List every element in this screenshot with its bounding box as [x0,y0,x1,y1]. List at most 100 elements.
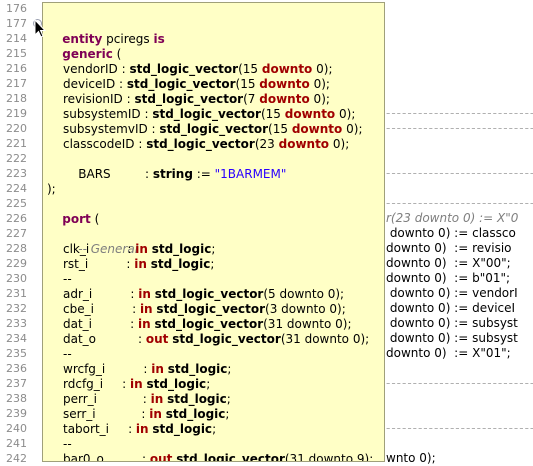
port-name: dat_i : [63,317,139,331]
generic-close: ); [321,92,330,106]
port-type: std_logic_vector [154,287,264,301]
background-code-line: ----------------------------- [386,376,533,390]
background-code-line: ----------------------------- [386,196,533,210]
port-declaration: rdcfg_i : in std_logic; [63,377,210,392]
line-number: 224 [6,182,27,195]
mouse-pointer-icon [34,19,46,38]
port-direction: in [134,257,147,271]
generic-close: ); [321,77,330,91]
background-code-line: ----------------------------- [386,166,533,180]
generic-declaration: subsystemvID : std_logic_vector(15 downt… [63,122,363,137]
background-code-line: downto 0) := X"00"; [386,256,511,270]
line-number: 217 [6,77,27,90]
port-name: rdcfg_i : [63,377,131,391]
generic-declaration: subsystemID : std_logic_vector(15 downto… [63,107,355,122]
port-paren: ( [90,212,100,226]
background-code-line: ----------------------------- [386,421,533,435]
tooltip-entity-line: entity pciregs is [47,17,164,46]
port-type: std_logic [146,377,207,391]
line-number: 233 [6,317,27,330]
generic-lo: 0 [339,107,347,121]
port-range: (31 downto 0); [280,332,370,346]
port-declaration: cbe_i : in std_logic_vector(3 downto 0); [63,302,346,317]
port-type: std_logic_vector [156,302,266,316]
background-code-line: downto 0) := b"01"; [386,271,511,285]
generic-lo: 0 [346,122,354,136]
port-direction: in [130,377,143,391]
port-range: ; [226,392,231,406]
line-number: 241 [6,437,27,450]
port-type: std_logic [152,422,213,436]
generic-close: ); [340,137,350,151]
generic-hi: 15 [242,62,259,76]
port-name: -- [63,347,72,361]
generic-declaration: deviceID : std_logic_vector(15 downto 0)… [63,77,330,92]
tooltip-port-line: port ( [47,197,99,226]
generic-close: ); [323,62,333,76]
port-name: clk_i : [63,242,136,256]
generic-hi: 23 [259,137,275,151]
line-number: 235 [6,347,27,360]
port-range: ; [211,242,216,256]
background-code-line: wnto 0); [386,451,436,465]
generic-type: std_logic_vector [129,62,239,76]
line-number: 228 [6,242,27,255]
generic-lo: 0 [332,137,341,151]
port-direction: in [151,362,164,376]
generic-dt: downto [259,77,310,91]
generic-close: ); [353,122,363,136]
comment-general: -- General [63,227,138,256]
port-type: std_logic [151,242,212,256]
background-code-line: downto 0) := X"01"; [386,346,511,360]
port-range: ; [206,377,211,391]
generic-dt: downto [291,122,343,136]
line-number-gutter: 176 177 214 215 216 217 218 219 220 221 222 223 224 2… [0,0,30,465]
port-type: std_logic_vector [154,317,264,331]
port-declaration: -- [63,437,72,452]
generic-name: deviceID : [63,77,127,91]
line-number: 229 [6,257,27,270]
generic-name: revisionID : [63,92,135,106]
port-direction: in [149,407,162,421]
line-number: 220 [6,122,27,135]
line-number: 227 [6,227,27,240]
bars-type: string [152,167,193,181]
line-number: 177 [6,17,27,30]
port-name: rst_i : [63,257,135,271]
line-number: 231 [6,287,27,300]
generic-bars-line: BARS : string := "1BARMEM" [63,152,286,181]
generic-type: std_logic_vector [134,92,244,106]
port-direction: in [139,302,153,316]
generic-paren: ( [112,47,122,61]
background-code-line: downto 0) := vendorI [386,286,518,300]
port-type: std_logic [150,257,211,271]
port-range: (5 downto 0); [263,287,345,301]
generic-hi: 15 [265,107,281,121]
port-range: ; [210,257,215,271]
port-declaration: clk_i : in std_logic; [63,242,215,257]
generic-hi: 15 [240,77,256,91]
line-number: 221 [6,137,27,150]
port-name: dat_o : [63,332,146,346]
bars-name: BARS : [78,167,153,181]
line-number: 230 [6,272,27,285]
generic-hi: 15 [272,122,289,136]
background-code-line: downto 0) := subsyst [386,316,518,330]
port-direction: in [135,422,149,436]
port-range: ; [225,407,230,421]
port-declaration: -- [63,272,72,287]
generic-declaration: vendorID : std_logic_vector(15 downto 0)… [63,62,333,77]
port-type: std_logic [165,407,226,421]
port-declaration: adr_i : in std_logic_vector(5 downto 0); [63,287,344,302]
port-type: std_logic [167,362,228,376]
port-name: adr_i : [63,287,139,301]
generic-type: std_logic_vector [126,77,236,91]
background-code-line: ----------------------------- [386,121,533,135]
generic-keyword: generic [62,47,113,61]
port-declaration: dat_o : out std_logic_vector(31 downto 0… [63,332,369,347]
generic-dt: downto [278,137,330,151]
background-code-line: downto 0) := revisio [386,241,512,255]
port-range: ; [227,362,232,376]
line-number: 225 [6,197,27,210]
generic-name: classcodeID : [63,137,147,151]
